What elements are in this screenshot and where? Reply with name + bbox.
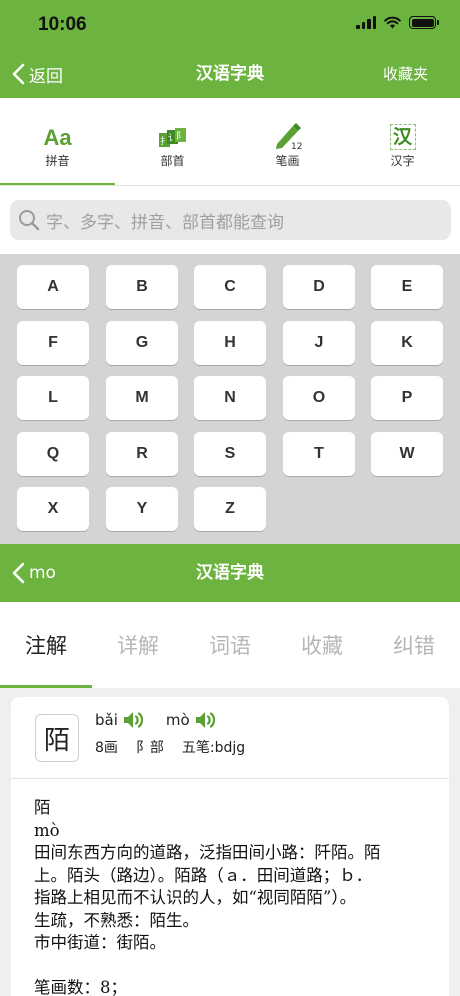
pronunciation-2[interactable]: mò: [166, 709, 218, 731]
letter-key-a[interactable]: A: [17, 265, 89, 309]
wifi-icon: [384, 16, 401, 29]
entry-character: 陌: [35, 714, 79, 762]
tab-favorite[interactable]: 收藏: [276, 602, 368, 688]
detail-title: 汉语字典: [196, 563, 264, 583]
search-input[interactable]: 字、多字、拼音、部首都能查询: [10, 200, 451, 240]
annotation-text: 陌 mò 田间东西方向的道路，泛指田间小路：阡陌。陌 上。陌头（路边）。陌路（ａ…: [34, 797, 434, 996]
speaker-icon[interactable]: [194, 709, 218, 731]
letter-key-r[interactable]: R: [106, 432, 178, 476]
search-placeholder: 字、多字、拼音、部首都能查询: [46, 212, 284, 233]
pinyin-text: mò: [165, 711, 190, 729]
tab-hanzi-label: 汉字: [390, 153, 415, 168]
letter-key-q[interactable]: Q: [17, 432, 89, 476]
letter-key-w[interactable]: W: [371, 432, 443, 476]
letter-key-z[interactable]: Z: [194, 487, 266, 531]
pinyin-text: bǎi: [95, 711, 118, 729]
tab-annotation[interactable]: 注解: [0, 602, 92, 688]
annotation-line: 笔画数：8；: [34, 978, 127, 996]
letter-key-b[interactable]: B: [106, 265, 178, 309]
pronunciation-row: bǎi mò: [95, 709, 238, 731]
svg-text:12: 12: [291, 142, 302, 150]
tab-detailed[interactable]: 详解: [92, 602, 184, 688]
letter-key-y[interactable]: Y: [106, 487, 178, 531]
tab-hanzi[interactable]: 汉 汉字: [345, 98, 460, 186]
letter-key-l[interactable]: L: [17, 376, 89, 420]
tab-stroke-label: 笔画: [275, 153, 300, 168]
top-navbar: 返回 汉语字典 收藏夹: [0, 50, 460, 98]
annotation-line: 市中街道：街陌。: [34, 933, 166, 952]
annotation-line: [34, 955, 434, 978]
tab-words[interactable]: 词语: [184, 602, 276, 688]
entry-meta: 8画 阝部 五笔:bdjg: [95, 737, 245, 757]
tab-radical-label: 部首: [160, 153, 185, 168]
cellular-signal-icon: [356, 16, 376, 29]
pinyin-icon: Aa: [43, 124, 72, 150]
pinyin-letter-keypad: ABCDE FGHJK LMNOP QRSTW XYZ: [0, 254, 460, 544]
wubi-code: 五笔:bdjg: [181, 740, 246, 756]
divider: [11, 778, 449, 779]
stroke-count: 8画: [95, 740, 118, 756]
letter-key-p[interactable]: P: [371, 376, 443, 420]
stroke-pencil-icon: 12: [273, 120, 303, 150]
lookup-mode-tabs: Aa 拼音 扌 讠 阝 部首 12 笔画 汉 汉字: [0, 98, 460, 186]
letter-key-d[interactable]: D: [283, 265, 355, 309]
letter-key-h[interactable]: H: [194, 321, 266, 365]
status-bar: 10:06: [0, 0, 460, 50]
letter-key-k[interactable]: K: [371, 321, 443, 365]
svg-text:阝: 阝: [176, 131, 185, 142]
detail-tabs: 注解 详解 词语 收藏 纠错: [0, 602, 460, 688]
tab-stroke[interactable]: 12 笔画: [230, 98, 345, 186]
radical: 阝部: [135, 740, 164, 756]
letter-key-o[interactable]: O: [283, 376, 355, 420]
status-icons: [356, 16, 439, 29]
tab-radical[interactable]: 扌 讠 阝 部首: [115, 98, 230, 186]
hanzi-icon: 汉: [389, 120, 416, 150]
letter-key-s[interactable]: S: [194, 432, 266, 476]
letter-key-g[interactable]: G: [106, 321, 178, 365]
speaker-icon[interactable]: [122, 709, 146, 731]
battery-icon: [409, 16, 439, 29]
favorites-button[interactable]: 收藏夹: [383, 50, 428, 98]
letter-key-c[interactable]: C: [194, 265, 266, 309]
tab-correction[interactable]: 纠错: [368, 602, 460, 688]
annotation-line: 田间东西方向的道路，泛指田间小路：阡陌。陌: [34, 843, 381, 862]
annotation-line: 生疏，不熟悉：陌生。: [34, 910, 199, 930]
detail-navbar: mo 汉语字典: [0, 544, 460, 602]
search-icon: [19, 210, 40, 231]
radical-icon: 扌 讠 阝: [158, 120, 187, 150]
letter-key-n[interactable]: N: [194, 376, 266, 420]
letter-key-x[interactable]: X: [17, 487, 89, 531]
status-time: 10:06: [38, 14, 87, 35]
annotation-line: 陌: [34, 798, 51, 817]
letter-key-e[interactable]: E: [371, 265, 443, 309]
letter-key-f[interactable]: F: [17, 321, 89, 365]
letter-key-m[interactable]: M: [106, 376, 178, 420]
annotation-line: 上。陌头（路边）。陌路（ａ．田间道路；ｂ．: [34, 865, 373, 885]
tab-pinyin[interactable]: Aa 拼音: [0, 98, 115, 186]
annotation-line: 指路上相见而不认识的人，如“视同陌陌”）。: [34, 888, 357, 907]
entry-card: 陌 bǎi mò 8画 阝部 五笔:bdjg 陌 mò 田间东西方向的道路，泛指…: [11, 697, 449, 996]
annotation-line: mò: [34, 820, 60, 840]
pronunciation-1[interactable]: bǎi: [95, 709, 146, 731]
letter-key-t[interactable]: T: [283, 432, 355, 476]
letter-key-j[interactable]: J: [283, 321, 355, 365]
search-area: 字、多字、拼音、部首都能查询: [0, 186, 460, 254]
tab-pinyin-label: 拼音: [45, 153, 70, 168]
